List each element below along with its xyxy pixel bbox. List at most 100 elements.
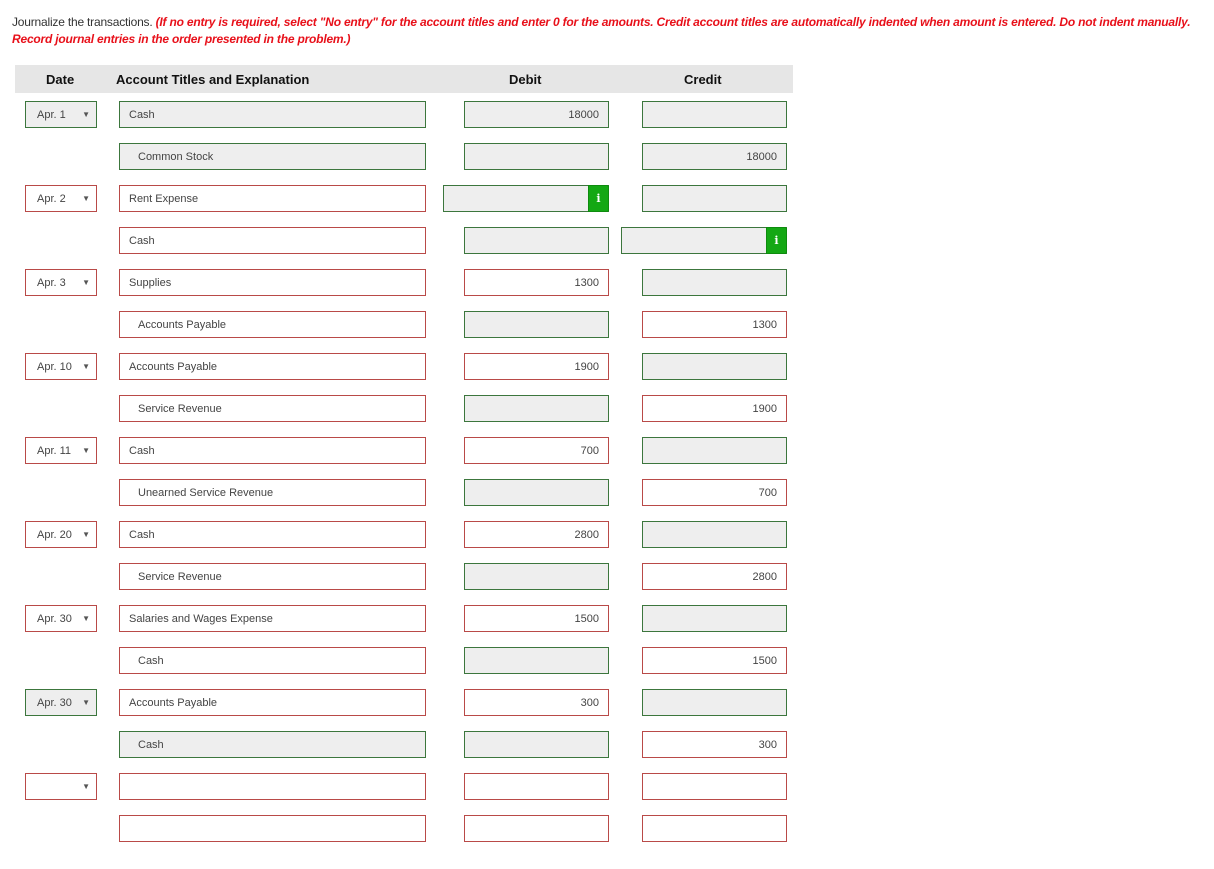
date-select-value: Apr. 20: [37, 528, 72, 541]
credit-amount-input[interactable]: 300: [642, 731, 787, 758]
credit-amount-value: 1900: [752, 402, 777, 415]
instructions-note: (If no entry is required, select "No ent…: [12, 15, 1191, 46]
debit-amount-input[interactable]: [464, 731, 609, 758]
debit-amount-input[interactable]: 700: [464, 437, 609, 464]
date-select-value: Apr. 10: [37, 360, 72, 373]
journal-line: Apr. 1 ▼ Cash 18000: [0, 101, 800, 128]
date-select-value: Apr. 2: [37, 192, 66, 205]
debit-amount-input[interactable]: [464, 143, 609, 170]
chevron-down-icon: ▼: [82, 110, 90, 119]
debit-amount-input[interactable]: 300: [464, 689, 609, 716]
journal-line: Apr. 30 ▼ Salaries and Wages Expense 1500: [0, 605, 800, 632]
header-account-titles: Account Titles and Explanation: [116, 72, 310, 87]
date-select-value: Apr. 11: [37, 444, 72, 457]
journal-line: Cash 300: [0, 731, 800, 758]
credit-amount-input[interactable]: [642, 689, 787, 716]
date-select-value: Apr. 30: [37, 696, 72, 709]
header-debit: Debit: [509, 72, 542, 87]
chevron-down-icon: ▼: [82, 698, 90, 707]
date-select[interactable]: Apr. 2 ▼: [25, 185, 97, 212]
credit-amount-input[interactable]: 2800: [642, 563, 787, 590]
account-title-input[interactable]: [119, 773, 426, 800]
chevron-down-icon: ▼: [82, 194, 90, 203]
credit-amount-value: 300: [758, 738, 777, 751]
debit-amount-input[interactable]: [464, 227, 609, 254]
account-title-input[interactable]: Cash: [119, 731, 426, 758]
credit-amount-input[interactable]: [642, 437, 787, 464]
debit-amount-input[interactable]: 1300: [464, 269, 609, 296]
account-title-input[interactable]: [119, 815, 426, 842]
journal-line: Service Revenue 1900: [0, 395, 800, 422]
debit-amount-input[interactable]: [464, 773, 609, 800]
credit-amount-input[interactable]: [642, 269, 787, 296]
debit-amount-input[interactable]: [464, 479, 609, 506]
account-title-input[interactable]: Cash: [119, 437, 426, 464]
account-title-input[interactable]: Service Revenue: [119, 563, 426, 590]
credit-amount-input[interactable]: 700: [642, 479, 787, 506]
credit-amount-input[interactable]: [642, 815, 787, 842]
credit-amount-input[interactable]: 1900: [642, 395, 787, 422]
credit-amount-value: 1500: [752, 654, 777, 667]
credit-amount-input[interactable]: 18000: [642, 143, 787, 170]
account-title-input[interactable]: Supplies: [119, 269, 426, 296]
debit-amount-input[interactable]: [464, 311, 609, 338]
credit-amount-value: 2800: [752, 570, 777, 583]
date-select-value: Apr. 30: [37, 612, 72, 625]
account-title-input[interactable]: Cash: [119, 647, 426, 674]
debit-amount-value: 300: [580, 696, 599, 709]
account-title-input[interactable]: Cash: [119, 521, 426, 548]
account-title-input[interactable]: Service Revenue: [119, 395, 426, 422]
date-select[interactable]: ▼: [25, 773, 97, 800]
account-title-input[interactable]: Cash: [119, 227, 426, 254]
chevron-down-icon: ▼: [82, 782, 90, 791]
credit-amount-input[interactable]: [642, 353, 787, 380]
journal-table-header: Date Account Titles and Explanation Debi…: [15, 65, 793, 93]
credit-amount-input[interactable]: [642, 185, 787, 212]
header-date: Date: [46, 72, 75, 87]
credit-amount-input[interactable]: [642, 521, 787, 548]
credit-amount-input[interactable]: 1300: [642, 311, 787, 338]
date-select[interactable]: Apr. 1 ▼: [25, 101, 97, 128]
credit-amount-input[interactable]: [642, 101, 787, 128]
debit-amount-input[interactable]: [464, 563, 609, 590]
account-title-input[interactable]: Unearned Service Revenue: [119, 479, 426, 506]
debit-amount-input[interactable]: [464, 395, 609, 422]
date-select[interactable]: Apr. 10 ▼: [25, 353, 97, 380]
info-icon[interactable]: i: [588, 185, 609, 212]
debit-amount-input[interactable]: [464, 815, 609, 842]
info-icon[interactable]: i: [766, 227, 787, 254]
date-select-value: Apr. 3: [37, 276, 66, 289]
account-title-input[interactable]: Accounts Payable: [119, 353, 426, 380]
credit-amount-input[interactable]: [642, 605, 787, 632]
credit-amount-input[interactable]: [642, 773, 787, 800]
debit-amount-input[interactable]: 1900: [464, 353, 609, 380]
date-select[interactable]: Apr. 3 ▼: [25, 269, 97, 296]
account-title-input[interactable]: Rent Expense: [119, 185, 426, 212]
debit-amount-input[interactable]: [464, 647, 609, 674]
account-title-input[interactable]: Accounts Payable: [119, 689, 426, 716]
journal-line: Accounts Payable 1300: [0, 311, 800, 338]
account-title-input[interactable]: Cash: [119, 101, 426, 128]
debit-amount-input[interactable]: 1500: [464, 605, 609, 632]
chevron-down-icon: ▼: [82, 614, 90, 623]
debit-amount-input[interactable]: 2800: [464, 521, 609, 548]
chevron-down-icon: ▼: [82, 278, 90, 287]
account-title-input[interactable]: Common Stock: [119, 143, 426, 170]
credit-amount-input[interactable]: i: [621, 227, 787, 254]
journal-line: Cash 1500: [0, 647, 800, 674]
credit-amount-value: 700: [758, 486, 777, 499]
journal-line: ▼: [0, 773, 800, 800]
account-title-input[interactable]: Salaries and Wages Expense: [119, 605, 426, 632]
journal-line: Apr. 11 ▼ Cash 700: [0, 437, 800, 464]
debit-amount-input[interactable]: 18000: [464, 101, 609, 128]
debit-amount-input[interactable]: i: [443, 185, 609, 212]
date-select[interactable]: Apr. 30 ▼: [25, 689, 97, 716]
date-select[interactable]: Apr. 20 ▼: [25, 521, 97, 548]
date-select[interactable]: Apr. 11 ▼: [25, 437, 97, 464]
journal-line: Service Revenue 2800: [0, 563, 800, 590]
credit-amount-input[interactable]: 1500: [642, 647, 787, 674]
journal-line: Unearned Service Revenue 700: [0, 479, 800, 506]
date-select[interactable]: Apr. 30 ▼: [25, 605, 97, 632]
account-title-input[interactable]: Accounts Payable: [119, 311, 426, 338]
chevron-down-icon: ▼: [82, 446, 90, 455]
